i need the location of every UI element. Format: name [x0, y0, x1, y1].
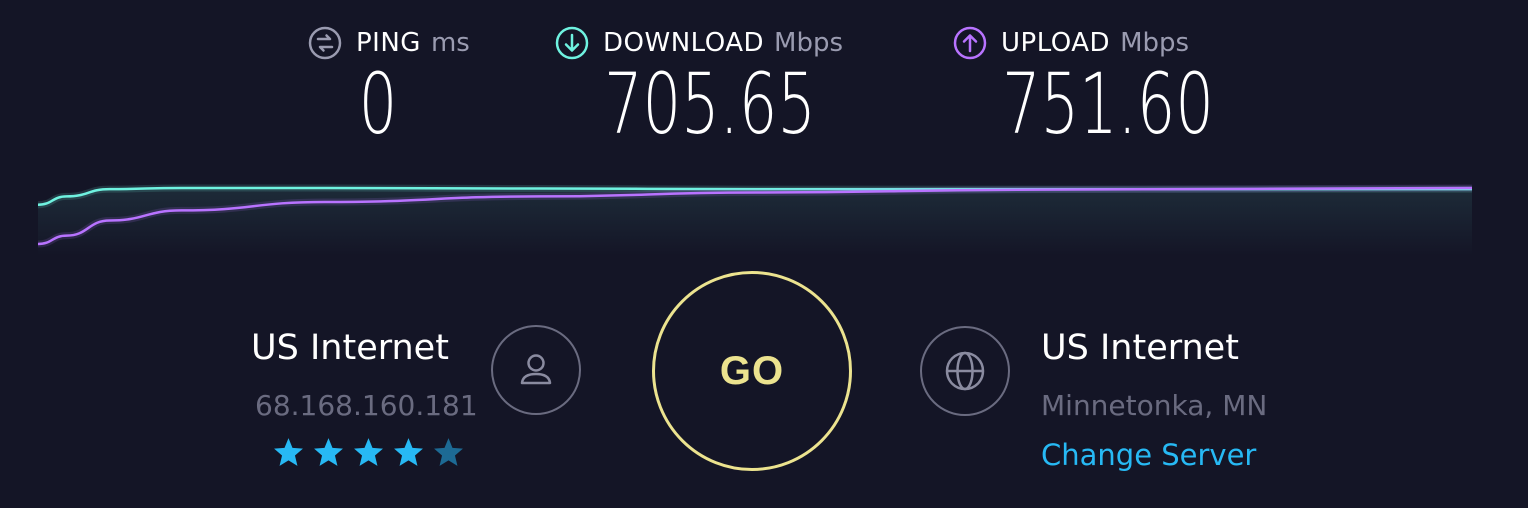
globe-icon [945, 351, 985, 391]
upload-metric: UPLOAD Mbps 751.60 [953, 26, 1214, 146]
download-arrow-icon [555, 26, 589, 60]
upload-unit: Mbps [1120, 28, 1190, 58]
rating-star-icon[interactable] [272, 436, 305, 469]
go-button[interactable]: GO [652, 271, 852, 471]
download-unit: Mbps [774, 28, 844, 58]
upload-value: 751.60 [1002, 55, 1214, 153]
ping-metric: PING ms 0 [308, 26, 470, 146]
user-icon [520, 354, 552, 385]
client-ip: 68.168.160.181 [255, 389, 478, 422]
rating-star-icon[interactable] [392, 436, 425, 469]
download-value: 705.65 [604, 55, 816, 153]
upload-arrow-icon [953, 26, 987, 60]
ping-unit: ms [430, 28, 470, 58]
rating-star-icon[interactable] [312, 436, 345, 469]
isp-rating-stars[interactable] [272, 436, 465, 469]
ping-label: PING [356, 28, 421, 58]
upload-label: UPLOAD [1001, 28, 1111, 58]
speed-graph [37, 184, 1472, 256]
change-server-link[interactable]: Change Server [1041, 438, 1256, 472]
user-button[interactable] [491, 325, 581, 415]
go-label: GO [719, 348, 785, 393]
download-metric: DOWNLOAD Mbps 705.65 [555, 26, 844, 146]
rating-star-icon[interactable] [432, 436, 465, 469]
ping-icon [308, 26, 342, 60]
server-location: Minnetonka, MN [1041, 389, 1268, 422]
client-isp-name: US Internet [251, 328, 449, 368]
server-globe-button[interactable] [920, 326, 1010, 416]
ping-value: 0 [358, 55, 398, 153]
download-label: DOWNLOAD [603, 28, 765, 58]
rating-star-icon[interactable] [352, 436, 385, 469]
server-name: US Internet [1041, 328, 1239, 368]
download-speed-area [38, 188, 1472, 256]
